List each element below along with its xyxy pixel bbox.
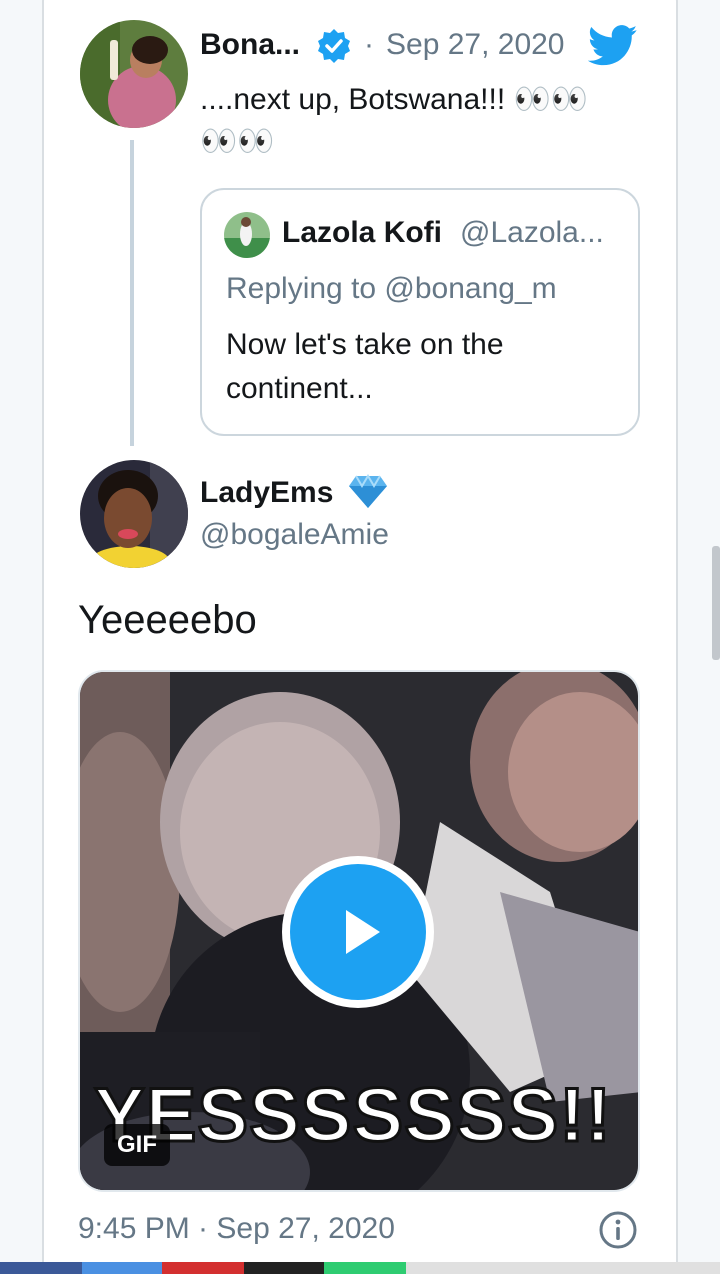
replying-to[interactable]: Replying to @bonang_m	[226, 272, 557, 306]
ladyems-handle[interactable]: @bogaleAmie	[200, 518, 389, 552]
timestamp[interactable]: 9:45 PM · Sep 27, 2020	[78, 1212, 395, 1246]
play-icon	[346, 910, 380, 954]
ladyems-avatar[interactable]	[80, 460, 188, 568]
scrollbar-thumb[interactable]	[712, 546, 720, 660]
gif-caption: YESSSSSSS!!	[93, 1072, 613, 1160]
quoted-text-line2: continent...	[226, 372, 373, 405]
separator-dot: ·	[364, 28, 374, 61]
lazola-avatar[interactable]	[224, 212, 270, 258]
reply-text: Yeeeeebo	[78, 598, 257, 642]
verified-badge-icon	[316, 28, 352, 64]
quoted-author-name[interactable]: Lazola Kofi	[282, 216, 442, 250]
info-icon[interactable]	[598, 1210, 638, 1250]
gif-badge: GIF	[104, 1124, 170, 1166]
play-button[interactable]	[282, 856, 434, 1008]
quoted-text-line1: Now let's take on the	[226, 328, 504, 361]
author-name[interactable]: Bona...	[200, 28, 300, 62]
thread-line	[130, 140, 134, 446]
tweet-date[interactable]: Sep 27, 2020	[386, 28, 565, 62]
ladyems-name[interactable]: LadyEms	[200, 476, 333, 510]
gem-icon	[348, 474, 388, 510]
twitter-bird-icon[interactable]	[587, 24, 638, 68]
quoted-author-handle[interactable]: @Lazola...	[460, 216, 604, 250]
tweet-text-line1: ....next up, Botswana!!! 👀👀	[200, 83, 589, 116]
tweet-text-line2: 👀👀	[200, 125, 275, 158]
bonang-avatar[interactable]	[80, 20, 188, 128]
bottom-color-bar	[0, 1262, 720, 1274]
